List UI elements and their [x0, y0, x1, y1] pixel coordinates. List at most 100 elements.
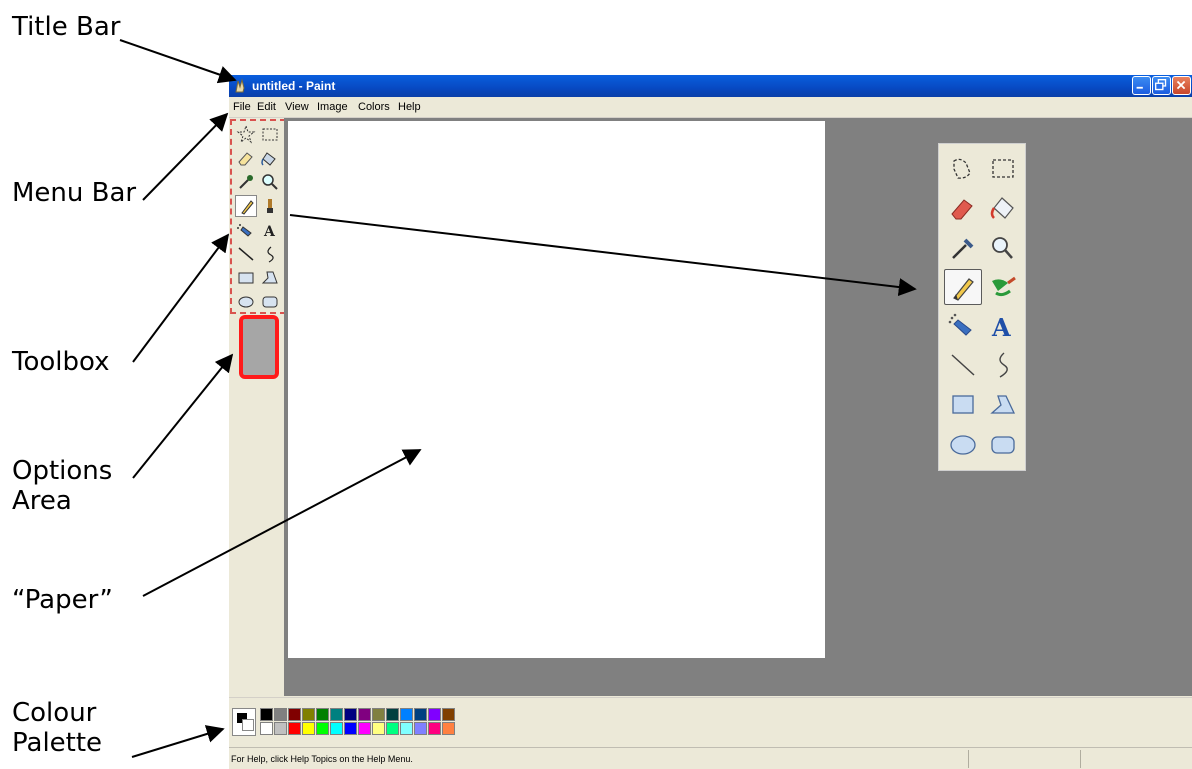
- star-select-icon: [953, 158, 971, 179]
- color-swatch[interactable]: [302, 722, 315, 735]
- color-swatch[interactable]: [442, 722, 455, 735]
- fill-tool[interactable]: [259, 147, 281, 169]
- color-swatch[interactable]: [288, 708, 301, 721]
- color-swatch[interactable]: [400, 722, 413, 735]
- pencil-tool[interactable]: [235, 195, 257, 217]
- options-label-line2: Area: [12, 485, 72, 516]
- color-swatch[interactable]: [260, 708, 273, 721]
- current-colors[interactable]: [232, 708, 256, 736]
- magnifier-icon: [262, 174, 278, 190]
- zoom-brush: [984, 269, 1022, 305]
- zoom-pick-color: [944, 230, 982, 266]
- color-swatch[interactable]: [274, 708, 287, 721]
- color-swatch[interactable]: [372, 722, 385, 735]
- text-tool[interactable]: A: [259, 219, 281, 241]
- svg-text:A: A: [991, 313, 1011, 342]
- options-area[interactable]: [239, 315, 279, 379]
- workspace: [284, 118, 1192, 696]
- color-swatch[interactable]: [288, 722, 301, 735]
- color-swatch[interactable]: [330, 722, 343, 735]
- color-swatch[interactable]: [316, 708, 329, 721]
- color-swatch[interactable]: [358, 722, 371, 735]
- palette-swatches: [260, 708, 455, 735]
- curve-icon: [999, 352, 1008, 378]
- color-swatch[interactable]: [386, 708, 399, 721]
- free-form-select-tool[interactable]: [235, 123, 257, 145]
- rounded-rect-icon: [991, 436, 1015, 454]
- paint-app-icon[interactable]: [232, 78, 248, 94]
- rect-select-icon: [262, 128, 278, 141]
- zoom-eraser: [944, 190, 982, 226]
- zoom-select: [984, 151, 1022, 187]
- color-swatch[interactable]: [344, 708, 357, 721]
- curve-tool[interactable]: [259, 243, 281, 265]
- restore-button[interactable]: [1152, 76, 1171, 95]
- airbrush-icon: [948, 313, 972, 336]
- color-swatch[interactable]: [330, 708, 343, 721]
- arrow-menu-bar: [142, 112, 229, 201]
- line-tool[interactable]: [235, 243, 257, 265]
- color-swatch[interactable]: [372, 708, 385, 721]
- pick-color-tool[interactable]: [235, 171, 257, 193]
- airbrush-icon: [237, 224, 252, 237]
- ellipse-icon: [238, 296, 254, 308]
- color-swatch[interactable]: [400, 708, 413, 721]
- color-swatch[interactable]: [386, 722, 399, 735]
- pencil-icon: [953, 278, 974, 301]
- airbrush-tool[interactable]: [235, 219, 257, 241]
- rect-select-icon: [992, 159, 1014, 178]
- brush-icon: [267, 199, 273, 213]
- color-swatch[interactable]: [414, 708, 427, 721]
- title-bar-label: Title Bar: [12, 12, 121, 42]
- status-text: For Help, click Help Topics on the Help …: [231, 754, 413, 764]
- star-select-icon: [236, 124, 256, 144]
- brush-tool[interactable]: [259, 195, 281, 217]
- color-swatch[interactable]: [260, 722, 273, 735]
- zoom-rectangle: [944, 387, 982, 423]
- color-swatch[interactable]: [316, 722, 329, 735]
- options-area-label: Options Area: [12, 456, 112, 517]
- color-swatch[interactable]: [302, 708, 315, 721]
- title-bar[interactable]: untitled - Paint: [229, 75, 1192, 97]
- polygon-tool[interactable]: [259, 267, 281, 289]
- menu-view[interactable]: View: [285, 101, 309, 113]
- color-swatch[interactable]: [414, 722, 427, 735]
- minimize-button[interactable]: [1132, 76, 1151, 95]
- menu-image[interactable]: Image: [317, 101, 348, 113]
- color-swatch[interactable]: [442, 708, 455, 721]
- status-separator: [1080, 750, 1081, 768]
- zoom-fill: [984, 190, 1022, 226]
- rounded-rectangle-tool[interactable]: [259, 291, 281, 313]
- paper-label: “Paper”: [12, 585, 113, 615]
- color-swatch[interactable]: [274, 722, 287, 735]
- ellipse-tool[interactable]: [235, 291, 257, 313]
- close-button[interactable]: [1172, 76, 1191, 95]
- rectangle-tool[interactable]: [235, 267, 257, 289]
- palette-label-line2: Palette: [12, 727, 103, 758]
- arrow-toolbox: [132, 233, 230, 363]
- line-icon: [238, 247, 254, 261]
- magnifier-tool[interactable]: [259, 171, 281, 193]
- zoom-curve: [984, 347, 1022, 383]
- color-swatch[interactable]: [358, 708, 371, 721]
- zoom-pencil: [944, 269, 982, 305]
- toolbox: A: [229, 118, 287, 696]
- menu-colors[interactable]: Colors: [358, 101, 390, 113]
- menu-file[interactable]: File: [233, 101, 251, 113]
- eyedropper-icon: [952, 238, 974, 259]
- menu-help[interactable]: Help: [398, 101, 421, 113]
- select-tool[interactable]: [259, 123, 281, 145]
- menu-edit[interactable]: Edit: [257, 101, 276, 113]
- toolbox-zoom-inset: A: [938, 143, 1026, 471]
- eraser-tool[interactable]: [235, 147, 257, 169]
- rectangle-icon: [238, 272, 254, 284]
- color-swatch[interactable]: [344, 722, 357, 735]
- zoom-line: [944, 347, 982, 383]
- color-swatch[interactable]: [428, 708, 441, 721]
- rectangle-icon: [952, 395, 974, 414]
- paper-canvas[interactable]: [288, 121, 825, 658]
- background-color: [242, 719, 254, 731]
- color-swatch[interactable]: [428, 722, 441, 735]
- colour-palette-label: Colour Palette: [12, 698, 103, 759]
- svg-text:A: A: [263, 224, 276, 240]
